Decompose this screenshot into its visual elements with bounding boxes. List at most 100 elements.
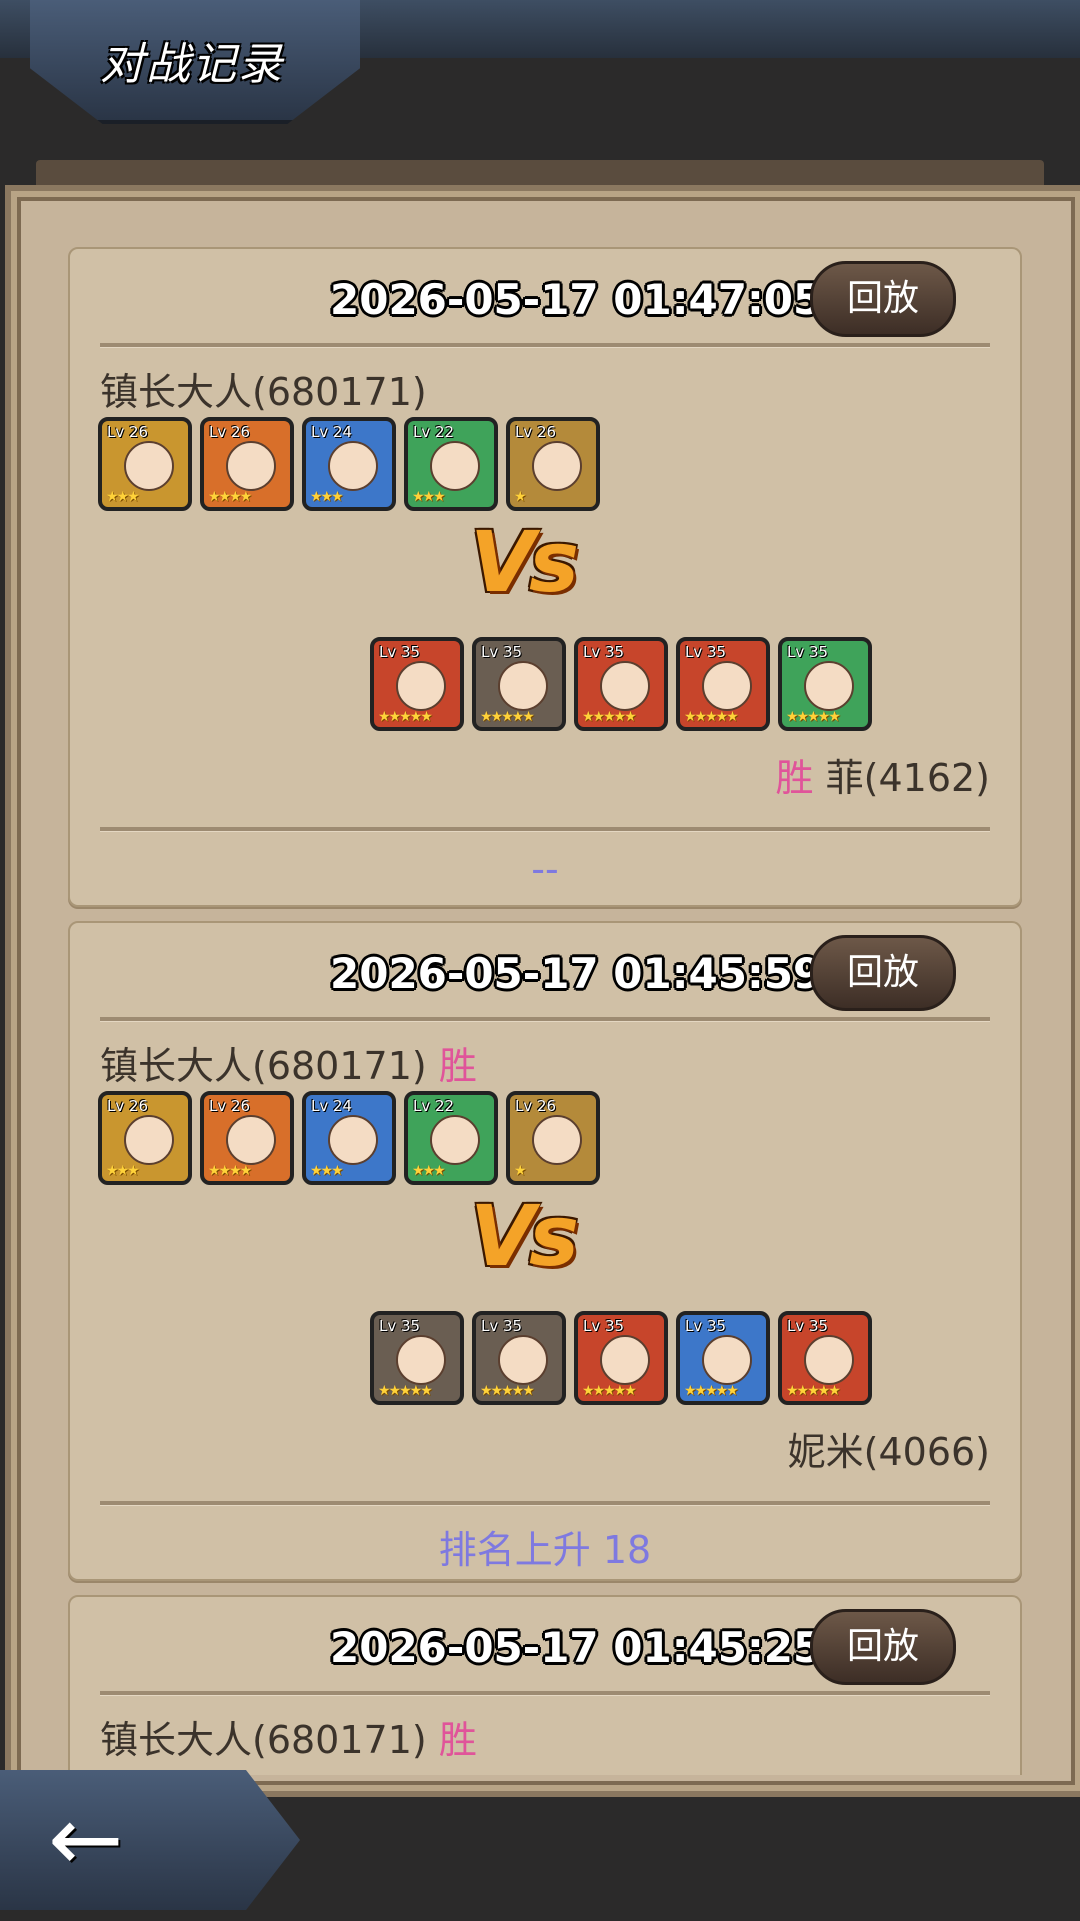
hero-face (532, 1115, 582, 1165)
battle-timestamp: 2026-05-17 01:45:59 (330, 949, 823, 998)
battle-record-card: 2026-05-17 01:45:25 回放 镇长大人(680171) 胜 (68, 1595, 1022, 1775)
hero-portrait[interactable]: Lv 35 ★★★★★ (778, 637, 872, 731)
divider (100, 827, 990, 832)
hero-stars: ★★★★★ (480, 709, 535, 725)
hero-stars: ★★★★★ (480, 1383, 535, 1399)
hero-portrait[interactable]: Lv 35 ★★★★★ (676, 1311, 770, 1405)
rank-change: -- (531, 847, 559, 891)
hero-face (498, 661, 548, 711)
hero-portrait[interactable]: Lv 35 ★★★★★ (676, 637, 770, 731)
hero-level: Lv 26 (515, 1097, 557, 1115)
hero-level: Lv 35 (583, 1317, 625, 1335)
hero-level: Lv 35 (583, 643, 625, 661)
hero-level: Lv 26 (209, 1097, 251, 1115)
replay-button[interactable]: 回放 (810, 261, 956, 337)
vs-label: Vs (470, 1187, 579, 1285)
hero-stars: ★★★ (310, 1163, 344, 1179)
hero-face (498, 1335, 548, 1385)
battle-timestamp: 2026-05-17 01:45:25 (330, 1623, 823, 1672)
hero-face (532, 441, 582, 491)
hero-portrait[interactable]: Lv 35 ★★★★★ (778, 1311, 872, 1405)
rank-change: 排名上升 18 (438, 1528, 652, 1572)
hero-stars: ★★★ (310, 489, 344, 505)
opponent-name: 妮米(4066) (787, 1430, 990, 1474)
opponent-team: Lv 35 ★★★★★ Lv 35 ★★★★★ Lv 35 ★★★★★ Lv 35 ★★… (370, 1311, 872, 1405)
hero-stars: ★★★★★ (684, 709, 739, 725)
divider (100, 1501, 990, 1506)
replay-button[interactable]: 回放 (810, 935, 956, 1011)
hero-face (124, 1115, 174, 1165)
hero-level: Lv 35 (787, 1317, 829, 1335)
hero-portrait[interactable]: Lv 35 ★★★★★ (370, 637, 464, 731)
hero-portrait[interactable]: Lv 26 ★★★ (98, 417, 192, 511)
hero-level: Lv 22 (413, 423, 455, 441)
opponent-name-row: 妮米(4066) (788, 1421, 990, 1476)
player-team: Lv 26 ★★★ Lv 26 ★★★★ Lv 24 ★★★ Lv 22 ★★★ Lv … (98, 417, 600, 511)
hero-portrait[interactable]: Lv 24 ★★★ (302, 1091, 396, 1185)
player-name: 镇长大人(680171) (100, 1044, 427, 1088)
replay-button[interactable]: 回放 (810, 1609, 956, 1685)
opponent-team: Lv 35 ★★★★★ Lv 35 ★★★★★ Lv 35 ★★★★★ Lv 35 ★★… (370, 637, 872, 731)
hero-portrait[interactable]: Lv 35 ★★★★★ (574, 1311, 668, 1405)
hero-stars: ★★★★★ (786, 709, 841, 725)
opponent-win-label: 胜 (775, 756, 814, 800)
battle-record-list[interactable]: 2026-05-17 01:47:05 回放 镇长大人(680171) Lv 2… (62, 245, 1024, 1775)
hero-stars: ★ (514, 1163, 526, 1179)
hero-face (124, 441, 174, 491)
hero-stars: ★★★★ (208, 1163, 252, 1179)
hero-level: Lv 24 (311, 423, 353, 441)
player-win-label: 胜 (438, 1044, 477, 1088)
page-title: 对战记录 (100, 39, 284, 90)
hero-portrait[interactable]: Lv 24 ★★★ (302, 417, 396, 511)
hero-stars: ★★★★★ (582, 709, 637, 725)
battle-timestamp: 2026-05-17 01:47:05 (330, 275, 823, 324)
vs-label: Vs (470, 513, 579, 611)
hero-stars: ★★★ (106, 489, 140, 505)
hero-stars: ★★★★★ (378, 709, 433, 725)
hero-stars: ★★★ (412, 489, 446, 505)
hero-face (396, 1335, 446, 1385)
divider (100, 343, 990, 348)
hero-level: Lv 35 (685, 643, 727, 661)
hero-portrait[interactable]: Lv 35 ★★★★★ (370, 1311, 464, 1405)
player-name: 镇长大人(680171) (100, 1718, 427, 1762)
hero-stars: ★★★★★ (684, 1383, 739, 1399)
hero-face (600, 1335, 650, 1385)
hero-face (226, 1115, 276, 1165)
hero-level: Lv 26 (107, 423, 149, 441)
hero-portrait[interactable]: Lv 26 ★★★★ (200, 417, 294, 511)
hero-stars: ★ (514, 489, 526, 505)
hero-stars: ★★★★★ (786, 1383, 841, 1399)
hero-face (328, 1115, 378, 1165)
opponent-name-row: 胜 菲(4162) (776, 747, 990, 802)
divider (100, 1691, 990, 1696)
hero-stars: ★★★★★ (378, 1383, 433, 1399)
hero-portrait[interactable]: Lv 26 ★ (506, 1091, 600, 1185)
hero-face (226, 441, 276, 491)
battle-record-card: 2026-05-17 01:47:05 回放 镇长大人(680171) Lv 2… (68, 247, 1022, 907)
hero-face (702, 661, 752, 711)
hero-level: Lv 26 (107, 1097, 149, 1115)
back-arrow-icon[interactable]: ← (48, 1795, 123, 1885)
hero-level: Lv 35 (787, 643, 829, 661)
hero-face (804, 661, 854, 711)
hero-level: Lv 35 (379, 643, 421, 661)
hero-face (328, 441, 378, 491)
hero-stars: ★★★ (106, 1163, 140, 1179)
player-name-row: 镇长大人(680171) 胜 (100, 1035, 477, 1090)
hero-portrait[interactable]: Lv 22 ★★★ (404, 1091, 498, 1185)
hero-portrait[interactable]: Lv 35 ★★★★★ (472, 1311, 566, 1405)
hero-stars: ★★★ (412, 1163, 446, 1179)
battle-record-card: 2026-05-17 01:45:59 回放 镇长大人(680171) 胜 Lv… (68, 921, 1022, 1581)
hero-portrait[interactable]: Lv 26 ★★★ (98, 1091, 192, 1185)
hero-stars: ★★★★ (208, 489, 252, 505)
hero-face (430, 441, 480, 491)
hero-stars: ★★★★★ (582, 1383, 637, 1399)
hero-portrait[interactable]: Lv 35 ★★★★★ (574, 637, 668, 731)
hero-level: Lv 22 (413, 1097, 455, 1115)
hero-portrait[interactable]: Lv 35 ★★★★★ (472, 637, 566, 731)
hero-portrait[interactable]: Lv 22 ★★★ (404, 417, 498, 511)
hero-portrait[interactable]: Lv 26 ★★★★ (200, 1091, 294, 1185)
back-button[interactable] (0, 1770, 300, 1910)
hero-portrait[interactable]: Lv 26 ★ (506, 417, 600, 511)
